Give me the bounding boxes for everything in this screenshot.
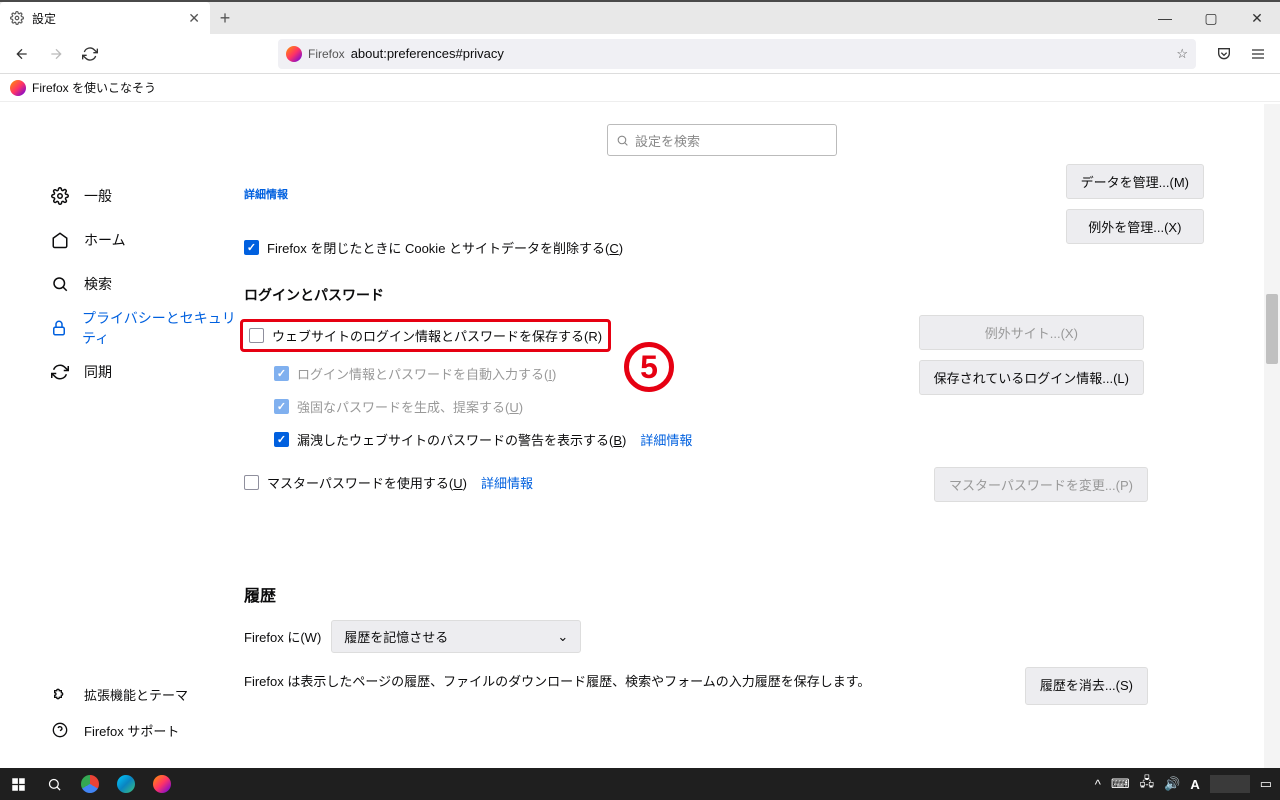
gear-icon xyxy=(50,186,70,206)
detail-info-link[interactable]: 詳細情報 xyxy=(244,186,1204,202)
content-area: 一般 ホーム 検索 プライバシーとセキュリティ 同期 拡張機能とテーマ Fire… xyxy=(0,104,1280,768)
history-mode-select[interactable]: 履歴を記憶させる ⌄ xyxy=(331,620,581,653)
more-info-link[interactable]: 詳細情報 xyxy=(640,430,692,449)
scrollbar-thumb[interactable] xyxy=(1266,294,1278,364)
checkbox-autofill: ✓ xyxy=(274,366,289,381)
maximize-button[interactable]: ▢ xyxy=(1188,2,1234,34)
settings-main: 設定を検索 詳細情報 データを管理...(M) 例外を管理...(X) ✓ Fi… xyxy=(240,104,1264,768)
taskbar-edge[interactable] xyxy=(108,768,144,800)
close-window-button[interactable]: ✕ xyxy=(1234,2,1280,34)
lock-icon xyxy=(50,318,68,338)
pocket-button[interactable] xyxy=(1208,38,1240,70)
taskbar-chrome[interactable] xyxy=(72,768,108,800)
window-controls: — ▢ ✕ xyxy=(1142,2,1280,34)
puzzle-icon xyxy=(50,684,70,704)
app-menu-button[interactable] xyxy=(1242,38,1274,70)
sidebar-item-support[interactable]: Firefox サポート xyxy=(40,712,188,748)
start-button[interactable] xyxy=(0,768,36,800)
forward-button[interactable] xyxy=(40,38,72,70)
titlebar: 設定 ✕ + — ▢ ✕ xyxy=(0,0,1280,34)
annotation-highlight-box: ウェブサイトのログイン情報とパスワードを保存する(R) xyxy=(240,319,611,352)
sidebar-item-label: 一般 xyxy=(84,186,112,206)
firefox-icon xyxy=(10,80,26,96)
more-info-link[interactable]: 詳細情報 xyxy=(481,473,533,492)
sidebar-item-home[interactable]: ホーム xyxy=(40,218,240,262)
section-history: 履歴 xyxy=(244,582,1204,606)
vertical-scrollbar[interactable] xyxy=(1264,104,1280,768)
new-tab-button[interactable]: + xyxy=(210,2,240,34)
change-master-password-button[interactable]: マスターパスワードを変更...(P) xyxy=(934,467,1148,502)
search-settings-input[interactable]: 設定を検索 xyxy=(607,124,837,156)
tray-blank xyxy=(1210,775,1250,793)
sidebar-item-sync[interactable]: 同期 xyxy=(40,350,240,394)
checkbox-label: ウェブサイトのログイン情報とパスワードを保存する(R) xyxy=(272,326,602,345)
reload-button[interactable] xyxy=(74,38,106,70)
sidebar-item-label: 検索 xyxy=(84,274,112,294)
manage-data-button[interactable]: データを管理...(M) xyxy=(1066,164,1204,199)
tab-title: 設定 xyxy=(32,10,180,27)
sidebar-item-privacy[interactable]: プライバシーとセキュリティ xyxy=(40,306,240,350)
sidebar-item-general[interactable]: 一般 xyxy=(40,174,240,218)
taskbar-firefox[interactable] xyxy=(144,768,180,800)
tray-ime[interactable]: A xyxy=(1190,777,1199,792)
tray-notifications-icon[interactable]: ▭ xyxy=(1260,776,1272,792)
url-bar[interactable]: Firefox about:preferences#privacy ☆ xyxy=(278,39,1196,69)
minimize-button[interactable]: — xyxy=(1142,2,1188,34)
back-button[interactable] xyxy=(6,38,38,70)
sidebar-item-label: ホーム xyxy=(84,230,126,250)
bookmark-getting-started[interactable]: Firefox を使いこなそう xyxy=(32,79,156,96)
sidebar-item-search[interactable]: 検索 xyxy=(40,262,240,306)
section-logins-passwords: ログインとパスワード xyxy=(244,285,1204,305)
sidebar-item-extensions[interactable]: 拡張機能とテーマ xyxy=(40,676,188,712)
select-value: 履歴を記憶させる xyxy=(344,627,448,646)
bookmarks-bar: Firefox を使いこなそう xyxy=(0,74,1280,102)
saved-logins-button[interactable]: 保存されているログイン情報...(L) xyxy=(919,360,1144,395)
settings-sidebar: 一般 ホーム 検索 プライバシーとセキュリティ 同期 拡張機能とテーマ Fire… xyxy=(0,104,240,768)
search-icon xyxy=(50,274,70,294)
search-placeholder: 設定を検索 xyxy=(635,131,700,150)
checkbox-suggest-strong-pw: ✓ xyxy=(274,399,289,414)
checkbox-label: マスターパスワードを使用する(U) xyxy=(267,473,467,492)
checkbox-master-password[interactable] xyxy=(244,475,259,490)
sidebar-item-label: Firefox サポート xyxy=(84,721,179,740)
clear-history-button[interactable]: 履歴を消去...(S) xyxy=(1025,667,1148,705)
sidebar-item-label: プライバシーとセキュリティ xyxy=(82,308,240,348)
sidebar-item-label: 拡張機能とテーマ xyxy=(84,685,188,704)
browser-tab-settings[interactable]: 設定 ✕ xyxy=(0,2,210,34)
home-icon xyxy=(50,230,70,250)
windows-taskbar: ^ ⌨ 🖧 🔊 A ▭ xyxy=(0,768,1280,800)
nav-toolbar: Firefox about:preferences#privacy ☆ xyxy=(0,34,1280,74)
checkbox-label: 漏洩したウェブサイトのパスワードの警告を表示する(B) xyxy=(297,430,626,449)
checkbox-label: Firefox を閉じたときに Cookie とサイトデータを削除する(C) xyxy=(267,238,623,257)
sidebar-item-label: 同期 xyxy=(84,362,112,382)
annotation-step-5: 5 xyxy=(624,342,674,392)
checkbox-breach-alerts[interactable]: ✓ xyxy=(274,432,289,447)
url-address: about:preferences#privacy xyxy=(351,46,1171,61)
exception-sites-button[interactable]: 例外サイト...(X) xyxy=(919,315,1144,350)
sync-icon xyxy=(50,362,70,382)
checkbox-label: 強固なパスワードを生成、提案する(U) xyxy=(297,397,523,416)
chevron-down-icon: ⌄ xyxy=(557,629,568,645)
history-label: Firefox に(W) xyxy=(244,627,321,646)
tray-keyboard-icon[interactable]: ⌨ xyxy=(1111,776,1130,792)
history-description: Firefox は表示したページの履歴、ファイルのダウンロード履歴、検索やフォー… xyxy=(244,671,1004,693)
checkbox-delete-cookies[interactable]: ✓ xyxy=(244,240,259,255)
tray-volume-icon[interactable]: 🔊 xyxy=(1164,776,1180,792)
close-tab-icon[interactable]: ✕ xyxy=(188,10,200,27)
checkbox-save-passwords[interactable] xyxy=(249,328,264,343)
help-icon xyxy=(50,720,70,740)
taskbar-search[interactable] xyxy=(36,768,72,800)
checkbox-label: ログイン情報とパスワードを自動入力する(I) xyxy=(297,364,556,383)
tray-network-icon[interactable]: 🖧 xyxy=(1140,773,1155,795)
firefox-icon xyxy=(286,46,302,62)
firefox-label: Firefox xyxy=(308,47,345,61)
bookmark-star-icon[interactable]: ☆ xyxy=(1176,46,1188,62)
search-icon xyxy=(616,134,629,147)
gear-icon xyxy=(10,11,24,25)
manage-exceptions-button[interactable]: 例外を管理...(X) xyxy=(1066,209,1204,244)
tray-chevron-up-icon[interactable]: ^ xyxy=(1095,777,1101,792)
